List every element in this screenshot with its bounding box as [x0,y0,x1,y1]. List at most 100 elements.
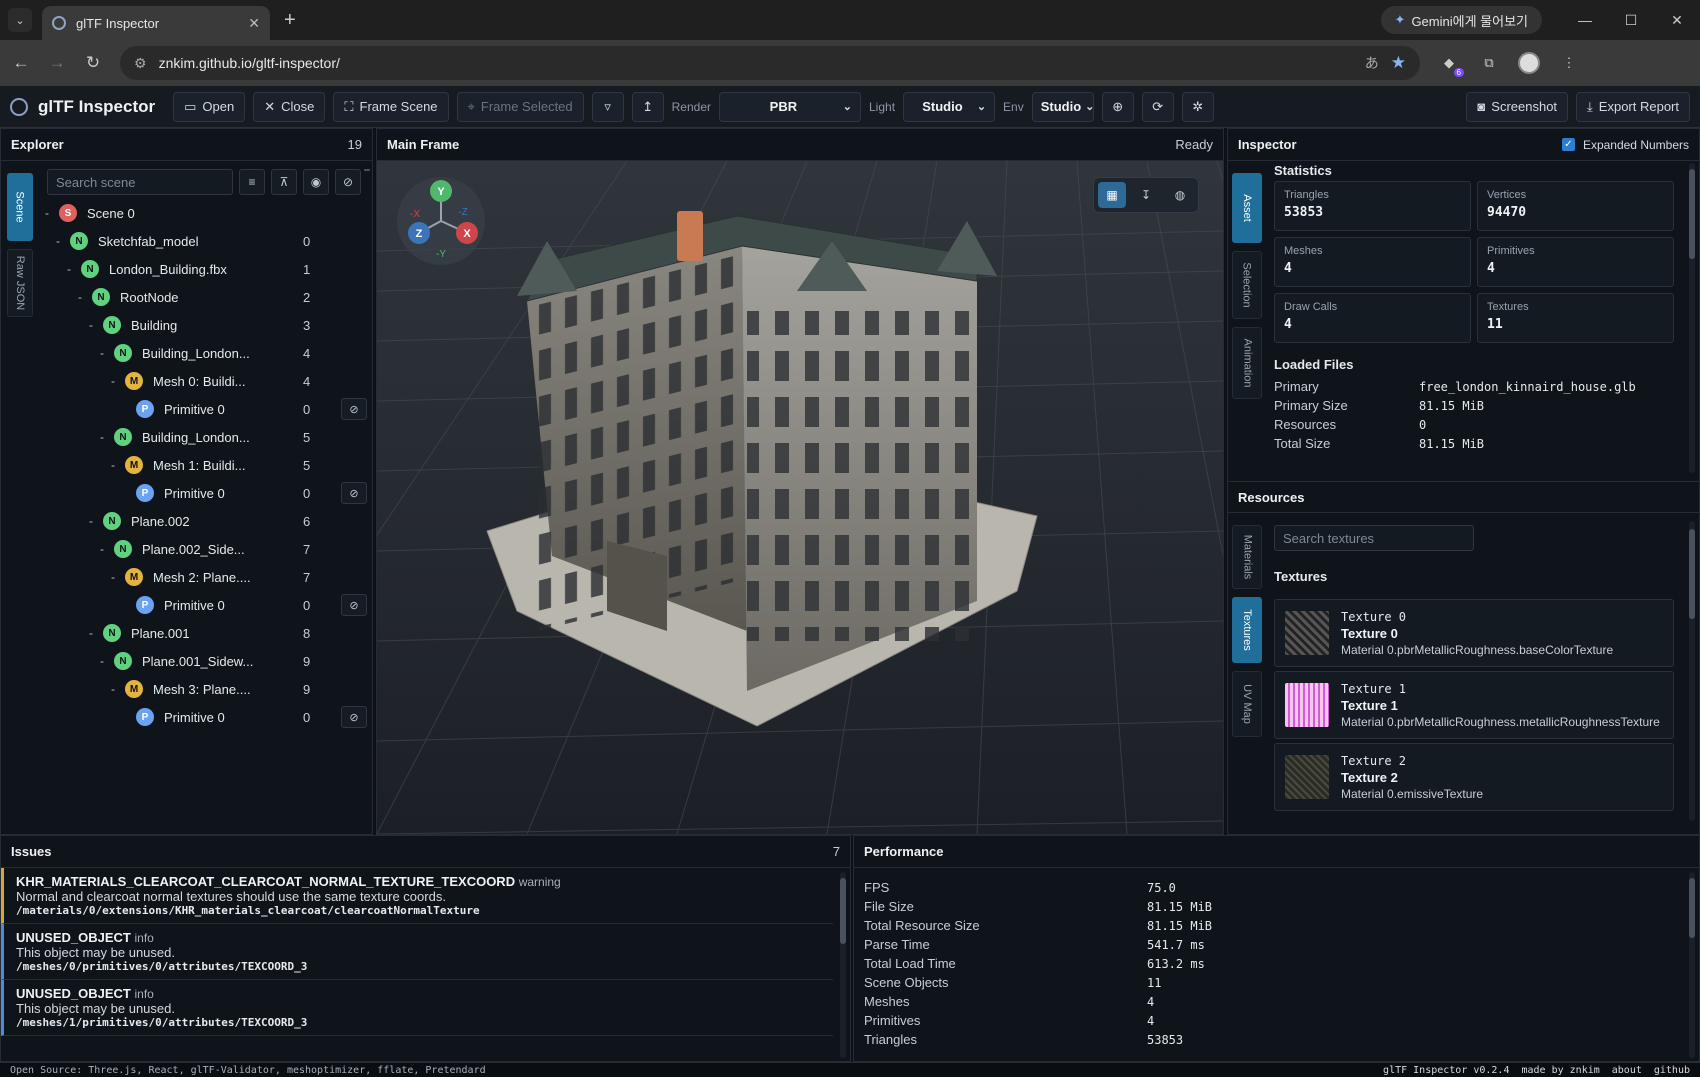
tab-animation[interactable]: Animation [1232,327,1262,399]
light-select[interactable]: Studio ⌄ [903,91,996,122]
tree-toggle-icon[interactable]: - [41,206,53,220]
footer-about-link[interactable]: about [1612,1065,1642,1076]
tree-node-row[interactable]: - N Plane.001 8 [41,619,371,647]
close-tab-icon[interactable]: ✕ [248,15,260,32]
tree-node-row[interactable]: - M Mesh 0: Buildi... 4 [41,367,371,395]
minimize-window-button[interactable]: — [1562,12,1608,28]
tree-node-row[interactable]: P Primitive 0 0 ⊘ [41,703,371,731]
tree-toggle-icon[interactable]: - [107,570,119,584]
tree-node-row[interactable]: - M Mesh 1: Buildi... 5 [41,451,371,479]
settings-button[interactable]: ✲ [1181,91,1214,122]
tree-toggle-icon[interactable]: - [107,458,119,472]
tree-toggle-icon[interactable]: - [85,626,97,640]
extensions-puzzle-icon[interactable]: ⧉ [1478,52,1500,74]
tree-node-row[interactable]: - N Plane.001_Sidew... 9 [41,647,371,675]
tree-toggle-icon[interactable]: - [85,318,97,332]
axes-toggle-button[interactable]: ⊕ [1101,91,1134,122]
tab-raw-json[interactable]: Raw JSON [7,249,33,317]
texture-search-input[interactable]: Search textures [1274,525,1474,551]
tab-list-dropdown-button[interactable]: ⌄ [8,8,32,32]
site-info-icon[interactable]: ⚙ [134,55,147,72]
issue-item[interactable]: UNUSED_OBJECT info This object may be unu… [1,924,833,980]
tab-asset[interactable]: Asset [1232,173,1262,243]
orientation-gizmo[interactable]: Y X Z -X -Z -Y [391,169,491,269]
tree-toggle-icon[interactable]: - [63,262,75,276]
visibility-toggle-button[interactable]: ⊘ [341,398,367,420]
collapse-all-button[interactable]: ⊼ [271,169,297,195]
upload-button[interactable]: ↥ [631,91,664,122]
tree-node-row[interactable]: P Primitive 0 0 ⊘ [41,591,371,619]
tree-toggle-icon[interactable]: - [96,430,108,444]
tree-toggle-icon[interactable]: - [107,682,119,696]
tree-node-row[interactable]: - N Sketchfab_model 0 [41,227,371,255]
reload-icon[interactable]: ↻ [84,53,102,73]
resources-scrollbar[interactable] [1689,521,1695,821]
browser-menu-icon[interactable]: ⋮ [1558,52,1580,74]
browser-tab-gltf-inspector[interactable]: glTF Inspector ✕ [42,6,270,40]
tab-uv-map[interactable]: UV Map [1232,671,1262,737]
texture-card[interactable]: Texture 1 Texture 1 Material 0.pbrMetallic… [1274,671,1674,739]
tree-node-row[interactable]: - N Building_London... 5 [41,423,371,451]
url-text[interactable]: znkim.github.io/gltf-inspector/ [159,55,1353,71]
visibility-toggle-button[interactable]: ⊘ [341,482,367,504]
tab-selection[interactable]: Selection [1232,251,1262,319]
background-toggle-button[interactable]: ◍ [1166,182,1194,208]
3d-scene-canvas[interactable] [377,161,1223,834]
tree-node-row[interactable]: - S Scene 0 [41,199,371,227]
tab-scene[interactable]: Scene [7,173,33,241]
frame-selected-button[interactable]: ⌖ Frame Selected [456,91,584,122]
clear-filter-button[interactable]: ▿ [591,91,624,122]
tree-node-row[interactable]: - M Mesh 3: Plane.... 9 [41,675,371,703]
tree-node-row[interactable]: - N RootNode 2 [41,283,371,311]
new-tab-button[interactable]: + [284,9,296,32]
tree-node-row[interactable]: P Primitive 0 0 ⊘ [41,395,371,423]
hide-all-button[interactable]: ⊘ [335,169,361,195]
tree-toggle-icon[interactable]: - [107,374,119,388]
tree-node-row[interactable]: - N Building 3 [41,311,371,339]
address-bar[interactable]: ⚙ znkim.github.io/gltf-inspector/ あ ★ [120,46,1420,80]
tree-toggle-icon[interactable]: - [52,234,64,248]
back-icon[interactable]: ← [12,53,30,73]
explorer-scrollbar[interactable] [364,169,370,171]
visibility-toggle-button[interactable]: ⊘ [341,594,367,616]
tab-textures[interactable]: Textures [1232,597,1262,663]
tree-toggle-icon[interactable]: - [96,654,108,668]
tab-materials[interactable]: Materials [1232,525,1262,589]
gemini-button[interactable]: ✦ Gemini에게 물어보기 [1380,6,1542,34]
show-all-button[interactable]: ◉ [303,169,329,195]
tree-node-row[interactable]: - M Mesh 2: Plane.... 7 [41,563,371,591]
close-window-button[interactable]: ✕ [1654,12,1700,29]
tree-node-row[interactable]: - N Plane.002 6 [41,507,371,535]
export-report-button[interactable]: ⤓ Export Report [1576,91,1690,122]
env-select[interactable]: Studio ⌄ [1031,91,1094,122]
performance-scrollbar[interactable] [1689,872,1695,1058]
extension-icon[interactable]: ◆ 6 [1438,52,1464,77]
texture-card[interactable]: Texture 0 Texture 0 Material 0.pbrMetallic… [1274,599,1674,667]
reset-button[interactable]: ⟳ [1141,91,1174,122]
axis-toggle-button[interactable]: ↧ [1132,182,1160,208]
forward-icon[interactable]: → [48,53,66,73]
tree-node-row[interactable]: P Primitive 0 0 ⊘ [41,479,371,507]
profile-avatar[interactable] [1518,52,1540,74]
open-button[interactable]: ▭ Open [173,91,246,122]
expanded-numbers-checkbox[interactable]: ✓ Expanded Numbers [1561,138,1689,152]
bookmark-star-icon[interactable]: ★ [1391,53,1406,73]
close-button[interactable]: ✕ Close [253,91,326,122]
issue-item[interactable]: UNUSED_OBJECT info This object may be unu… [1,980,833,1036]
tree-node-row[interactable]: - N London_Building.fbx 1 [41,255,371,283]
issues-scrollbar[interactable] [840,872,846,1058]
footer-github-link[interactable]: github [1654,1065,1690,1076]
tree-toggle-icon[interactable]: - [85,514,97,528]
tree-node-row[interactable]: - N Building_London... 4 [41,339,371,367]
visibility-toggle-button[interactable]: ⊘ [341,706,367,728]
screenshot-button[interactable]: ◙ Screenshot [1466,91,1569,122]
tree-toggle-icon[interactable]: - [96,542,108,556]
tree-node-row[interactable]: - N Plane.002_Side... 7 [41,535,371,563]
inspector-scrollbar[interactable] [1689,163,1695,473]
texture-card[interactable]: Texture 2 Texture 2 Material 0.emissiveTex… [1274,743,1674,811]
filter-button[interactable]: ≡ [239,169,265,195]
render-select[interactable]: PBR ⌄ [719,91,861,122]
translate-icon[interactable]: あ [1365,53,1379,73]
scene-search-input[interactable]: Search scene [47,169,233,195]
frame-scene-button[interactable]: ⛶ Frame Scene [333,91,449,122]
